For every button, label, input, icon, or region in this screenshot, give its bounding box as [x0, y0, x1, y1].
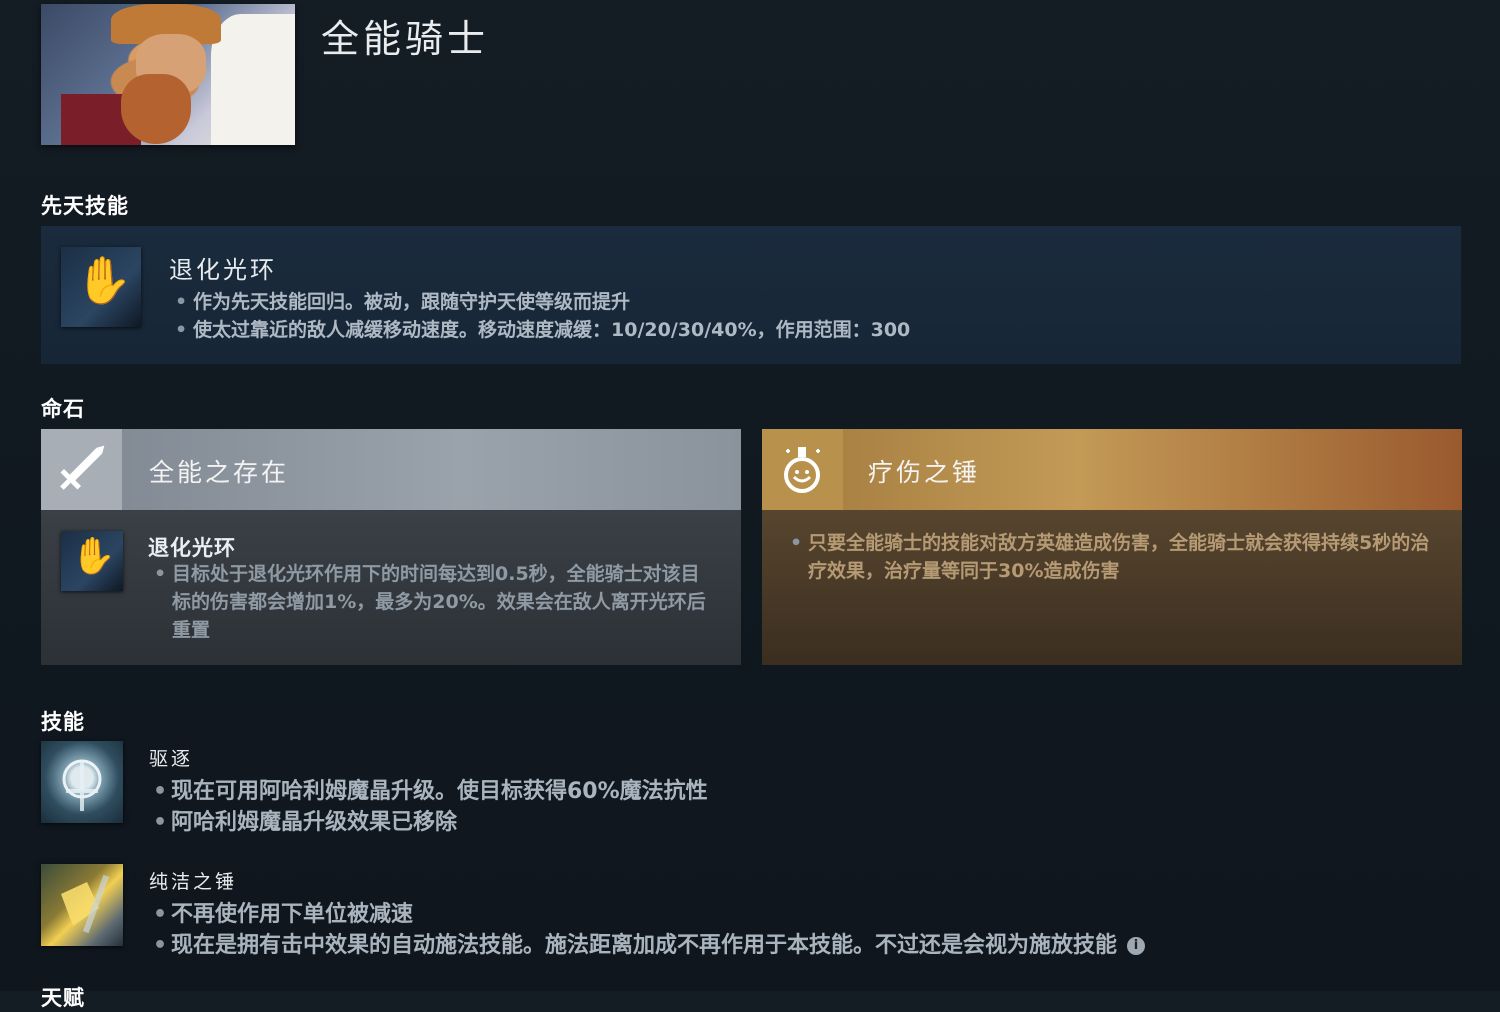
glove-icon: ✋ — [61, 531, 123, 591]
facets-section-title: 命石 — [41, 397, 85, 421]
facet-left-title: 全能之存在 — [149, 458, 290, 487]
talents-section-title: 天赋 — [41, 986, 85, 1010]
repel-icon[interactable] — [41, 741, 123, 823]
ability-line-text: 现在是拥有击中效果的自动施法技能。施法距离加成不再作用于本技能。不过还是会视为施… — [171, 933, 1118, 958]
ability-line: 不再使作用下单位被减速 — [151, 899, 1145, 930]
facet-right-description: 只要全能骑士的技能对敌方英雄造成伤害，全能骑士就会获得持续5秒的治疗效果，治疗量… — [788, 529, 1448, 585]
facet-left-description: 目标处于退化光环作用下的时间每达到0.5秒，全能骑士对该目标的伤害都会增加1%，… — [152, 560, 712, 644]
glove-icon: ✋ — [61, 247, 141, 327]
innate-line: 使太过靠近的敌人减缓移动速度。移动速度减缓：10/20/30/40%，作用范围：… — [173, 316, 910, 344]
innate-line: 作为先天技能回归。被动，跟随守护天使等级而提升 — [173, 288, 910, 316]
facet-line: 只要全能骑士的技能对敌方英雄造成伤害，全能骑士就会获得持续5秒的治疗效果，治疗量… — [788, 529, 1448, 585]
hero-portrait — [41, 4, 295, 145]
info-icon[interactable]: i — [1127, 937, 1146, 955]
innate-panel: ✋ 退化光环 作为先天技能回归。被动，跟随守护天使等级而提升 使太过靠近的敌人减… — [41, 226, 1461, 364]
abilities-section-title: 技能 — [41, 710, 85, 734]
ability-description: 现在可用阿哈利姆魔晶升级。使目标获得60%魔法抗性 阿哈利姆魔晶升级效果已移除 — [151, 776, 708, 838]
innate-name: 退化光环 — [169, 256, 277, 284]
ability-description: 不再使作用下单位被减速 现在是拥有击中效果的自动施法技能。施法距离加成不再作用于… — [151, 899, 1146, 961]
sword-icon — [41, 429, 122, 510]
ability-line: 阿哈利姆魔晶升级效果已移除 — [151, 807, 708, 838]
innate-section-title: 先天技能 — [41, 194, 129, 218]
ability-line: 现在可用阿哈利姆魔晶升级。使目标获得60%魔法抗性 — [151, 776, 708, 807]
hammer-icon[interactable] — [41, 864, 123, 946]
hero-name: 全能骑士 — [321, 17, 490, 61]
innate-description: 作为先天技能回归。被动，跟随守护天使等级而提升 使太过靠近的敌人减缓移动速度。移… — [173, 288, 910, 344]
heal-flask-icon — [762, 429, 843, 510]
ability-name: 纯洁之锤 — [149, 871, 238, 893]
facet-card-right[interactable]: 疗伤之锤 只要全能骑士的技能对敌方英雄造成伤害，全能骑士就会获得持续5秒的治疗效… — [762, 429, 1462, 665]
facet-card-left[interactable]: 全能之存在 ✋ 退化光环 目标处于退化光环作用下的时间每达到0.5秒，全能骑士对… — [41, 429, 741, 665]
ability-line: 现在是拥有击中效果的自动施法技能。施法距离加成不再作用于本技能。不过还是会视为施… — [151, 930, 1146, 961]
facet-left-ability-name: 退化光环 — [148, 536, 236, 560]
facet-line: 目标处于退化光环作用下的时间每达到0.5秒，全能骑士对该目标的伤害都会增加1%，… — [152, 560, 712, 644]
ability-name: 驱逐 — [149, 748, 194, 770]
facet-right-title: 疗伤之锤 — [868, 458, 981, 487]
